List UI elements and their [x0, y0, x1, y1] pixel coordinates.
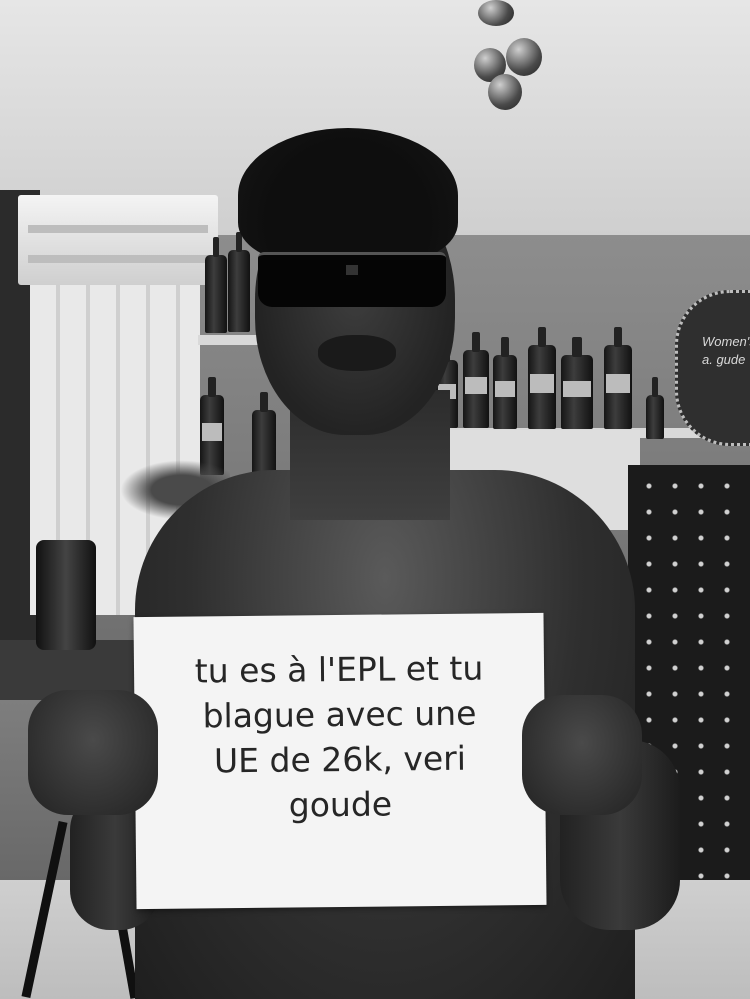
hanging-ornament — [478, 0, 514, 26]
bottle — [493, 337, 517, 429]
pillar-capital — [18, 195, 218, 285]
bottle — [528, 327, 556, 429]
heart-sign-line: Women's — [702, 334, 750, 349]
sign-line: UE de 26k, veri — [213, 738, 467, 781]
sign-line: tu es à l'EPL et tu — [194, 648, 484, 691]
right-hand — [522, 695, 642, 815]
handwritten-sign: tu es à l'EPL et tu blague avec une UE d… — [133, 612, 547, 910]
left-hand — [28, 690, 158, 815]
electric-kettle — [36, 540, 96, 650]
sunglasses — [258, 252, 446, 307]
bottle — [205, 237, 227, 333]
photo-scene: Women's a. gude tu es à l'EPL et tu blag… — [0, 0, 750, 999]
hanging-ornament — [488, 74, 522, 110]
bottle — [463, 332, 489, 428]
sign-message: tu es à l'EPL et tu blague avec une UE d… — [134, 645, 546, 829]
bottle — [604, 327, 632, 429]
sign-line: goude — [288, 784, 393, 825]
person-mouth — [318, 335, 396, 371]
bottle — [561, 337, 593, 429]
bottle — [228, 232, 250, 332]
bottle — [252, 392, 276, 478]
hanging-ornament — [506, 38, 542, 76]
heart-wall-sign: Women's a. gude — [675, 290, 750, 446]
sign-line: blague avec une — [202, 693, 477, 736]
bottle — [646, 377, 664, 439]
person-hair — [238, 128, 458, 263]
heart-sign-line: a. gude — [702, 352, 746, 367]
